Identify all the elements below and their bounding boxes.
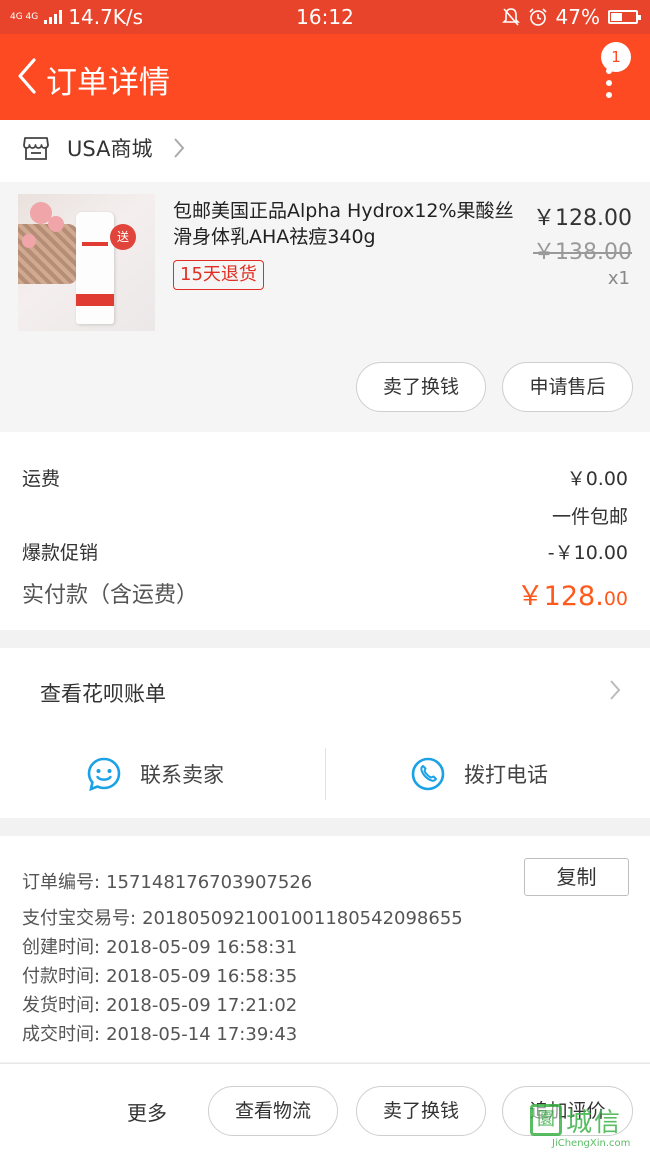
created-time-label: 创建时间: [22,937,101,958]
shipping-label: 运费 [22,468,61,490]
product-card[interactable]: 送 包邮美国正品Alpha Hydrox12%果酸丝滑身体乳AHA祛痘340g … [0,182,650,432]
watermark-url: JiChengXin.com [552,1138,631,1149]
paid-amount-cents: 00 [603,588,628,610]
status-bar: 4G 4G 14.7K/s 16:12 47% [0,0,650,34]
created-time-row: 创建时间: 2018-05-09 16:58:31 [22,933,297,959]
shipping-value: ￥0.00 [566,468,628,490]
product-price: ￥128.00 [533,206,632,231]
chat-smile-icon [87,757,121,792]
huabei-bill-link[interactable]: 查看花呗账单 [40,678,166,708]
after-sales-button[interactable]: 申请售后 [502,362,633,412]
store-name: USA商城 [67,137,153,161]
paid-amount: ￥128.00 [517,574,628,613]
gift-badge: 送 [110,224,136,250]
divider [325,748,326,800]
contact-seller-label: 联系卖家 [140,763,224,787]
shipped-time-row: 发货时间: 2018-05-09 17:21:02 [22,991,297,1017]
more-button[interactable]: 更多 [127,1097,167,1126]
bell-muted-icon [501,8,520,26]
order-info: 订单编号: 157148176703907526 复制 支付宝交易号: 201805… [0,836,650,1062]
alipay-number-label: 支付宝交易号: [22,908,137,929]
promo-label: 爆款促销 [22,542,99,564]
product-title[interactable]: 包邮美国正品Alpha Hydrox12%果酸丝滑身体乳AHA祛痘340g [173,198,523,250]
paid-time-label: 付款时间: [22,966,101,987]
product-image[interactable]: 送 [18,194,155,331]
order-number-label: 订单编号: [22,872,101,893]
notification-badge: 1 [601,42,631,72]
paid-amount-main: ￥128. [516,581,604,612]
more-menu-button[interactable]: 1 [588,42,631,104]
sell-for-cash-button[interactable]: 卖了换钱 [356,1086,486,1136]
call-button[interactable]: 拨打电话 [410,744,548,804]
created-time-value: 2018-05-09 16:58:31 [106,937,298,958]
order-number-value: 157148176703907526 [106,872,313,893]
watermark: 圜 城信 JiChengXin.com [530,1102,642,1150]
huabei-section: 查看花呗账单 联系卖家 拨打电话 [0,648,650,818]
back-arrow-icon[interactable] [12,56,44,96]
chevron-right-icon [174,138,185,158]
order-number-row: 订单编号: 157148176703907526 [22,868,312,894]
paid-time-row: 付款时间: 2018-05-09 16:58:35 [22,962,297,988]
battery-icon [608,10,641,24]
paid-time-value: 2018-05-09 16:58:35 [106,966,298,987]
refund-tag: 15天退货 [173,260,264,290]
shipped-time-label: 发货时间: [22,995,101,1016]
battery-percent: 47% [555,5,600,29]
promo-value: -￥10.00 [547,542,628,564]
completed-time-value: 2018-05-14 17:39:43 [106,1024,298,1045]
header-bar: 订单详情 1 [0,34,650,120]
shipping-note: 一件包邮 [551,506,628,528]
store-icon [23,137,49,160]
sell-for-cash-button[interactable]: 卖了换钱 [356,362,486,412]
bottle-graphic [76,212,114,324]
store-row[interactable]: USA商城 [0,120,650,182]
alarm-icon [528,8,547,26]
alipay-number-value: 2018050921001001180542098655 [142,908,463,929]
chevron-right-icon[interactable] [608,678,622,702]
view-logistics-button[interactable]: 查看物流 [208,1086,338,1136]
paid-label: 实付款（含运费） [22,583,199,608]
contact-seller-button[interactable]: 联系卖家 [86,744,224,804]
alipay-number-row: 支付宝交易号: 2018050921001001180542098655 [22,904,463,930]
phone-icon [411,757,445,791]
completed-time-label: 成交时间: [22,1024,101,1045]
completed-time-row: 成交时间: 2018-05-14 17:39:43 [22,1020,297,1046]
copy-button[interactable]: 复制 [524,858,629,896]
original-price: ￥138.00 [533,240,632,265]
page-title: 订单详情 [46,65,170,101]
watermark-logo: 圜 [530,1104,562,1136]
fee-summary: 运费 ￥0.00 一件包邮 爆款促销 -￥10.00 实付款（含运费） ￥128… [0,432,650,630]
watermark-name: 城信 [566,1108,623,1138]
call-label: 拨打电话 [464,763,548,787]
status-right: 47% [501,5,641,29]
shipped-time-value: 2018-05-09 17:21:02 [106,995,298,1016]
product-quantity: x1 [607,268,630,289]
